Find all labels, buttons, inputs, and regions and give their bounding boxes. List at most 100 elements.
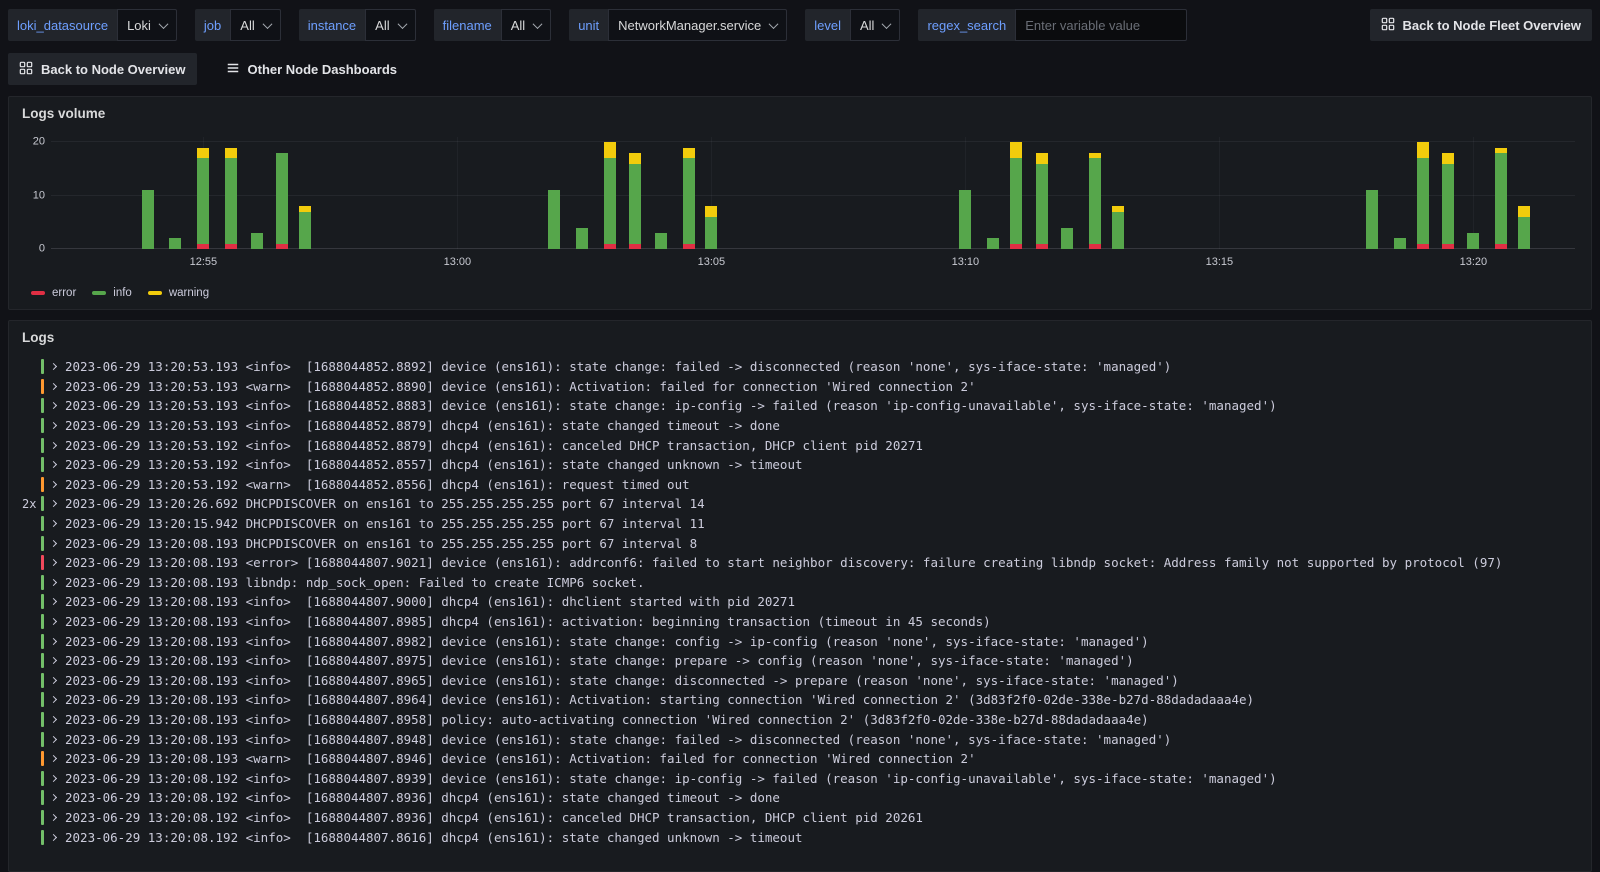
- expand-chevron-icon[interactable]: [49, 363, 58, 371]
- expand-chevron-icon[interactable]: [49, 676, 58, 684]
- log-row[interactable]: 2023-06-29 13:20:15.942 DHCPDISCOVER on …: [9, 514, 1591, 534]
- log-row[interactable]: 2023-06-29 13:20:08.193 <info> [16880448…: [9, 729, 1591, 749]
- stacked-bar[interactable]: [682, 137, 695, 249]
- stacked-bar[interactable]: [629, 137, 642, 249]
- stacked-bar[interactable]: [141, 137, 154, 249]
- stacked-bar[interactable]: [547, 137, 560, 249]
- expand-chevron-icon[interactable]: [49, 441, 58, 449]
- log-line-text: 2023-06-29 13:20:53.193 <info> [16880448…: [65, 418, 780, 434]
- stacked-bar[interactable]: [276, 137, 289, 249]
- expand-chevron-icon[interactable]: [49, 402, 58, 410]
- stacked-bar[interactable]: [959, 137, 972, 249]
- stacked-bar[interactable]: [250, 137, 263, 249]
- stacked-bar[interactable]: [987, 137, 1000, 249]
- log-row[interactable]: 2023-06-29 13:20:08.193 <info> [16880448…: [9, 612, 1591, 632]
- log-row[interactable]: 2023-06-29 13:20:08.193 <error> [1688044…: [9, 553, 1591, 573]
- regex-search-input[interactable]: [1015, 9, 1188, 41]
- log-row[interactable]: 2023-06-29 13:20:08.193 <info> [16880448…: [9, 592, 1591, 612]
- stacked-bar[interactable]: [299, 137, 311, 249]
- x-axis-tick: 13:00: [443, 256, 472, 268]
- stacked-bar[interactable]: [575, 137, 588, 249]
- log-row[interactable]: 2023-06-29 13:20:53.193 <warn> [16880448…: [9, 377, 1591, 397]
- stacked-bar[interactable]: [1035, 137, 1048, 249]
- expand-chevron-icon[interactable]: [49, 520, 58, 528]
- stacked-bar[interactable]: [1111, 137, 1124, 249]
- legend-item[interactable]: info: [92, 287, 132, 299]
- stacked-bar[interactable]: [1365, 137, 1378, 249]
- expand-chevron-icon[interactable]: [49, 382, 58, 390]
- log-row[interactable]: 2023-06-29 13:20:08.192 <info> [16880448…: [9, 827, 1591, 847]
- expand-chevron-icon[interactable]: [49, 559, 58, 567]
- stacked-bar[interactable]: [603, 137, 616, 249]
- log-row[interactable]: 2023-06-29 13:20:08.192 <info> [16880448…: [9, 808, 1591, 828]
- level-select[interactable]: All: [849, 9, 901, 41]
- expand-chevron-icon[interactable]: [49, 422, 58, 430]
- back-to-node-fleet-overview-button[interactable]: Back to Node Fleet Overview: [1369, 9, 1592, 41]
- legend-label: error: [52, 287, 77, 299]
- expand-chevron-icon[interactable]: [49, 715, 58, 724]
- expand-chevron-icon[interactable]: [49, 833, 58, 841]
- log-row[interactable]: 2023-06-29 13:20:08.193 <info> [16880448…: [9, 671, 1591, 691]
- expand-chevron-icon[interactable]: [49, 813, 58, 821]
- stacked-bar[interactable]: [654, 137, 667, 249]
- expand-chevron-icon[interactable]: [49, 598, 58, 606]
- log-row[interactable]: 2023-06-29 13:20:53.192 <warn> [16880448…: [9, 475, 1591, 495]
- expand-chevron-icon[interactable]: [49, 755, 58, 763]
- log-row[interactable]: 2023-06-29 13:20:53.193 <info> [16880448…: [9, 416, 1591, 436]
- stacked-bar[interactable]: [1088, 137, 1101, 249]
- expand-chevron-icon[interactable]: [49, 500, 58, 508]
- log-row[interactable]: 2023-06-29 13:20:08.192 <info> [16880448…: [9, 788, 1591, 808]
- expand-chevron-icon[interactable]: [49, 735, 58, 743]
- expand-chevron-icon[interactable]: [49, 617, 58, 626]
- expand-chevron-icon[interactable]: [49, 657, 58, 665]
- expand-chevron-icon[interactable]: [49, 461, 58, 469]
- log-row[interactable]: 2023-06-29 13:20:08.193 libndp: ndp_sock…: [9, 573, 1591, 593]
- expand-chevron-icon[interactable]: [49, 774, 58, 782]
- stacked-bar[interactable]: [1010, 137, 1023, 249]
- log-row[interactable]: 2023-06-29 13:20:08.193 <info> [16880448…: [9, 651, 1591, 671]
- log-row[interactable]: 2023-06-29 13:20:08.192 <info> [16880448…: [9, 768, 1591, 788]
- legend-item[interactable]: error: [31, 287, 76, 299]
- stacked-bar[interactable]: [169, 137, 182, 249]
- expand-chevron-icon[interactable]: [49, 480, 58, 488]
- log-row[interactable]: 2023-06-29 13:20:08.193 <warn> [16880448…: [9, 749, 1591, 769]
- stacked-bar[interactable]: [1061, 137, 1073, 249]
- log-row[interactable]: 2023-06-29 13:20:08.193 <info> [16880448…: [9, 631, 1591, 651]
- unit-select[interactable]: NetworkManager.service: [608, 9, 788, 41]
- bar-segment-error: [1035, 243, 1048, 249]
- log-row[interactable]: 2023-06-29 13:20:53.192 <info> [16880448…: [9, 435, 1591, 455]
- expand-chevron-icon[interactable]: [49, 794, 58, 802]
- stacked-bar[interactable]: [1518, 137, 1531, 249]
- back-to-node-overview-button[interactable]: Back to Node Overview: [8, 53, 197, 85]
- loki-datasource-select[interactable]: Loki: [117, 9, 177, 41]
- log-level-bar: [41, 359, 44, 375]
- expand-chevron-icon[interactable]: [49, 539, 58, 547]
- log-row[interactable]: 2023-06-29 13:20:08.193 <info> [16880448…: [9, 690, 1591, 710]
- log-row[interactable]: 2023-06-29 13:20:08.193 DHCPDISCOVER on …: [9, 533, 1591, 553]
- log-row[interactable]: 2023-06-29 13:20:53.192 <info> [16880448…: [9, 455, 1591, 475]
- stacked-bar[interactable]: [705, 137, 718, 249]
- legend-label: warning: [168, 287, 210, 299]
- stacked-bar[interactable]: [1442, 137, 1454, 249]
- stacked-bar[interactable]: [1467, 137, 1480, 249]
- log-row[interactable]: 2023-06-29 13:20:08.193 <info> [16880448…: [9, 710, 1591, 730]
- log-row[interactable]: 2x 2023-06-29 13:20:26.692 DHCPDISCOVER o…: [9, 494, 1591, 514]
- other-node-dashboards-link[interactable]: Other Node Dashboards: [215, 53, 409, 85]
- filename-select[interactable]: All: [500, 9, 552, 41]
- log-level-bar: [41, 476, 44, 492]
- job-select[interactable]: All: [230, 9, 281, 41]
- stacked-bar[interactable]: [197, 137, 210, 249]
- expand-chevron-icon[interactable]: [49, 637, 58, 645]
- legend-item[interactable]: warning: [147, 287, 210, 299]
- stacked-bar[interactable]: [1495, 137, 1508, 249]
- stacked-bar[interactable]: [1393, 137, 1406, 249]
- stacked-bar[interactable]: [1416, 137, 1429, 249]
- log-row[interactable]: 2023-06-29 13:20:53.193 <info> [16880448…: [9, 396, 1591, 416]
- stacked-bar[interactable]: [225, 137, 238, 249]
- instance-select[interactable]: All: [365, 9, 416, 41]
- chevron-down-icon: [158, 18, 169, 29]
- expand-chevron-icon[interactable]: [49, 696, 58, 704]
- expand-chevron-icon[interactable]: [49, 578, 58, 586]
- log-row[interactable]: 2023-06-29 13:20:53.193 <info> [16880448…: [9, 357, 1591, 377]
- selected-value: All: [240, 17, 255, 33]
